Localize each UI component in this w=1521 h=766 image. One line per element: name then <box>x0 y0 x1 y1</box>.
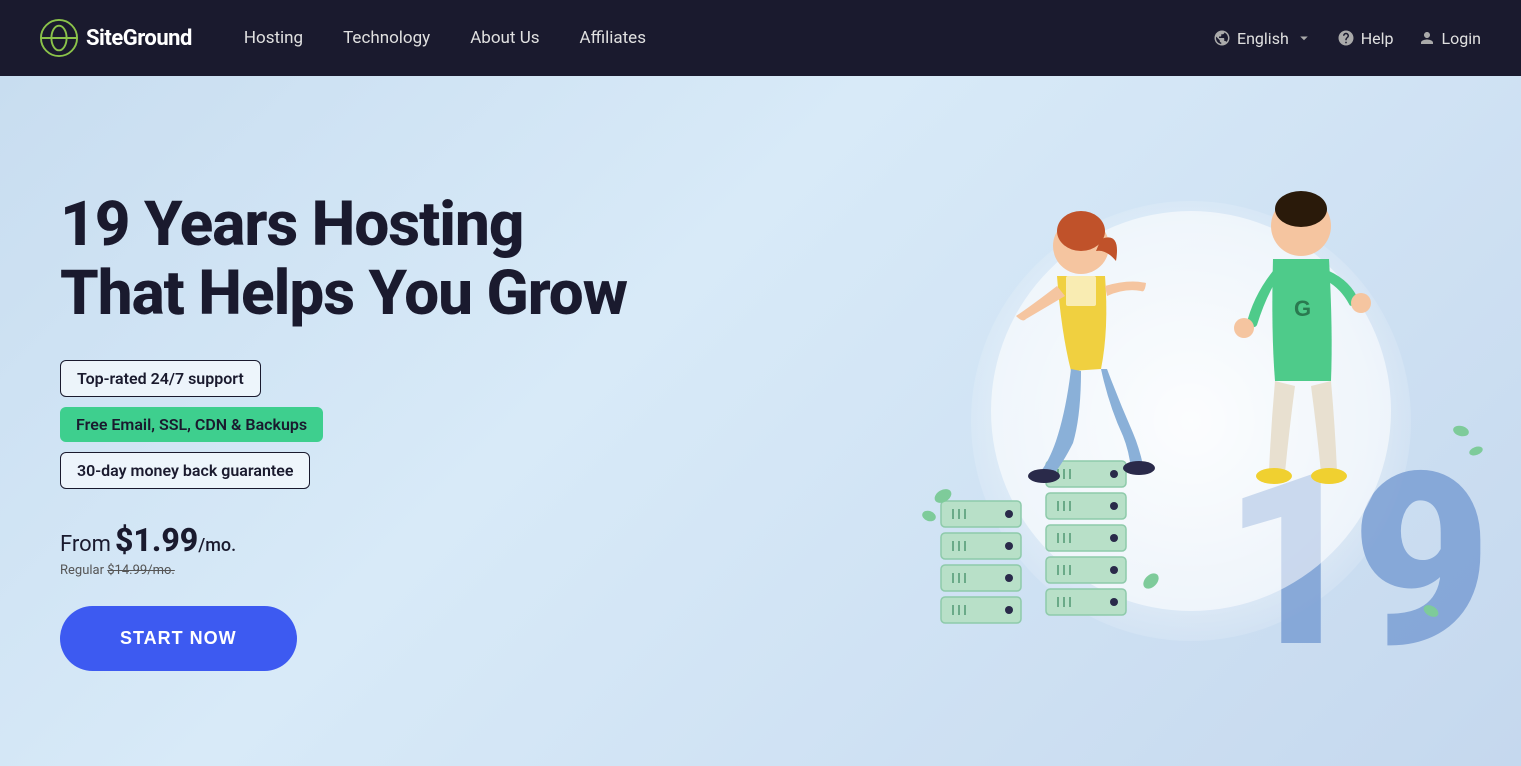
pricing-block: From $1.99/mo. Regular $14.99/mo. <box>60 521 627 578</box>
price-per-label: /mo. <box>198 535 236 556</box>
help-label: Help <box>1361 29 1394 48</box>
nav-about[interactable]: About Us <box>454 20 555 56</box>
start-now-button[interactable]: START NOW <box>60 606 297 671</box>
badge-free-features: Free Email, SSL, CDN & Backups <box>60 407 323 442</box>
price-from-label: From <box>60 532 111 557</box>
navbar: SiteGround Hosting Technology About Us A… <box>0 0 1521 76</box>
hero-title: 19 Years Hosting That Helps You Grow <box>60 191 627 327</box>
price-value: $1.99 <box>115 521 198 559</box>
logo-text: SiteGround <box>86 26 192 51</box>
hero-section: 19 Years Hosting That Helps You Grow Top… <box>0 76 1521 766</box>
hero-figures: G <box>861 131 1521 711</box>
logo[interactable]: SiteGround <box>40 19 192 57</box>
regular-price: Regular $14.99/mo. <box>60 563 627 578</box>
nav-hosting[interactable]: Hosting <box>228 20 319 56</box>
hero-content: 19 Years Hosting That Helps You Grow Top… <box>60 191 627 670</box>
login-label: Login <box>1442 29 1481 48</box>
help-link[interactable]: Help <box>1337 29 1394 48</box>
svg-text:G: G <box>1294 296 1311 321</box>
language-label: English <box>1237 29 1289 48</box>
language-selector[interactable]: English <box>1213 29 1313 48</box>
badge-guarantee: 30-day money back guarantee <box>60 452 310 489</box>
badge-support: Top-rated 24/7 support <box>60 360 261 397</box>
login-link[interactable]: Login <box>1418 29 1481 48</box>
hero-illustration: 19 <box>861 131 1521 711</box>
nav-affiliates[interactable]: Affiliates <box>564 20 662 56</box>
nav-technology[interactable]: Technology <box>327 20 446 56</box>
feature-badges: Top-rated 24/7 support Free Email, SSL, … <box>60 360 627 489</box>
